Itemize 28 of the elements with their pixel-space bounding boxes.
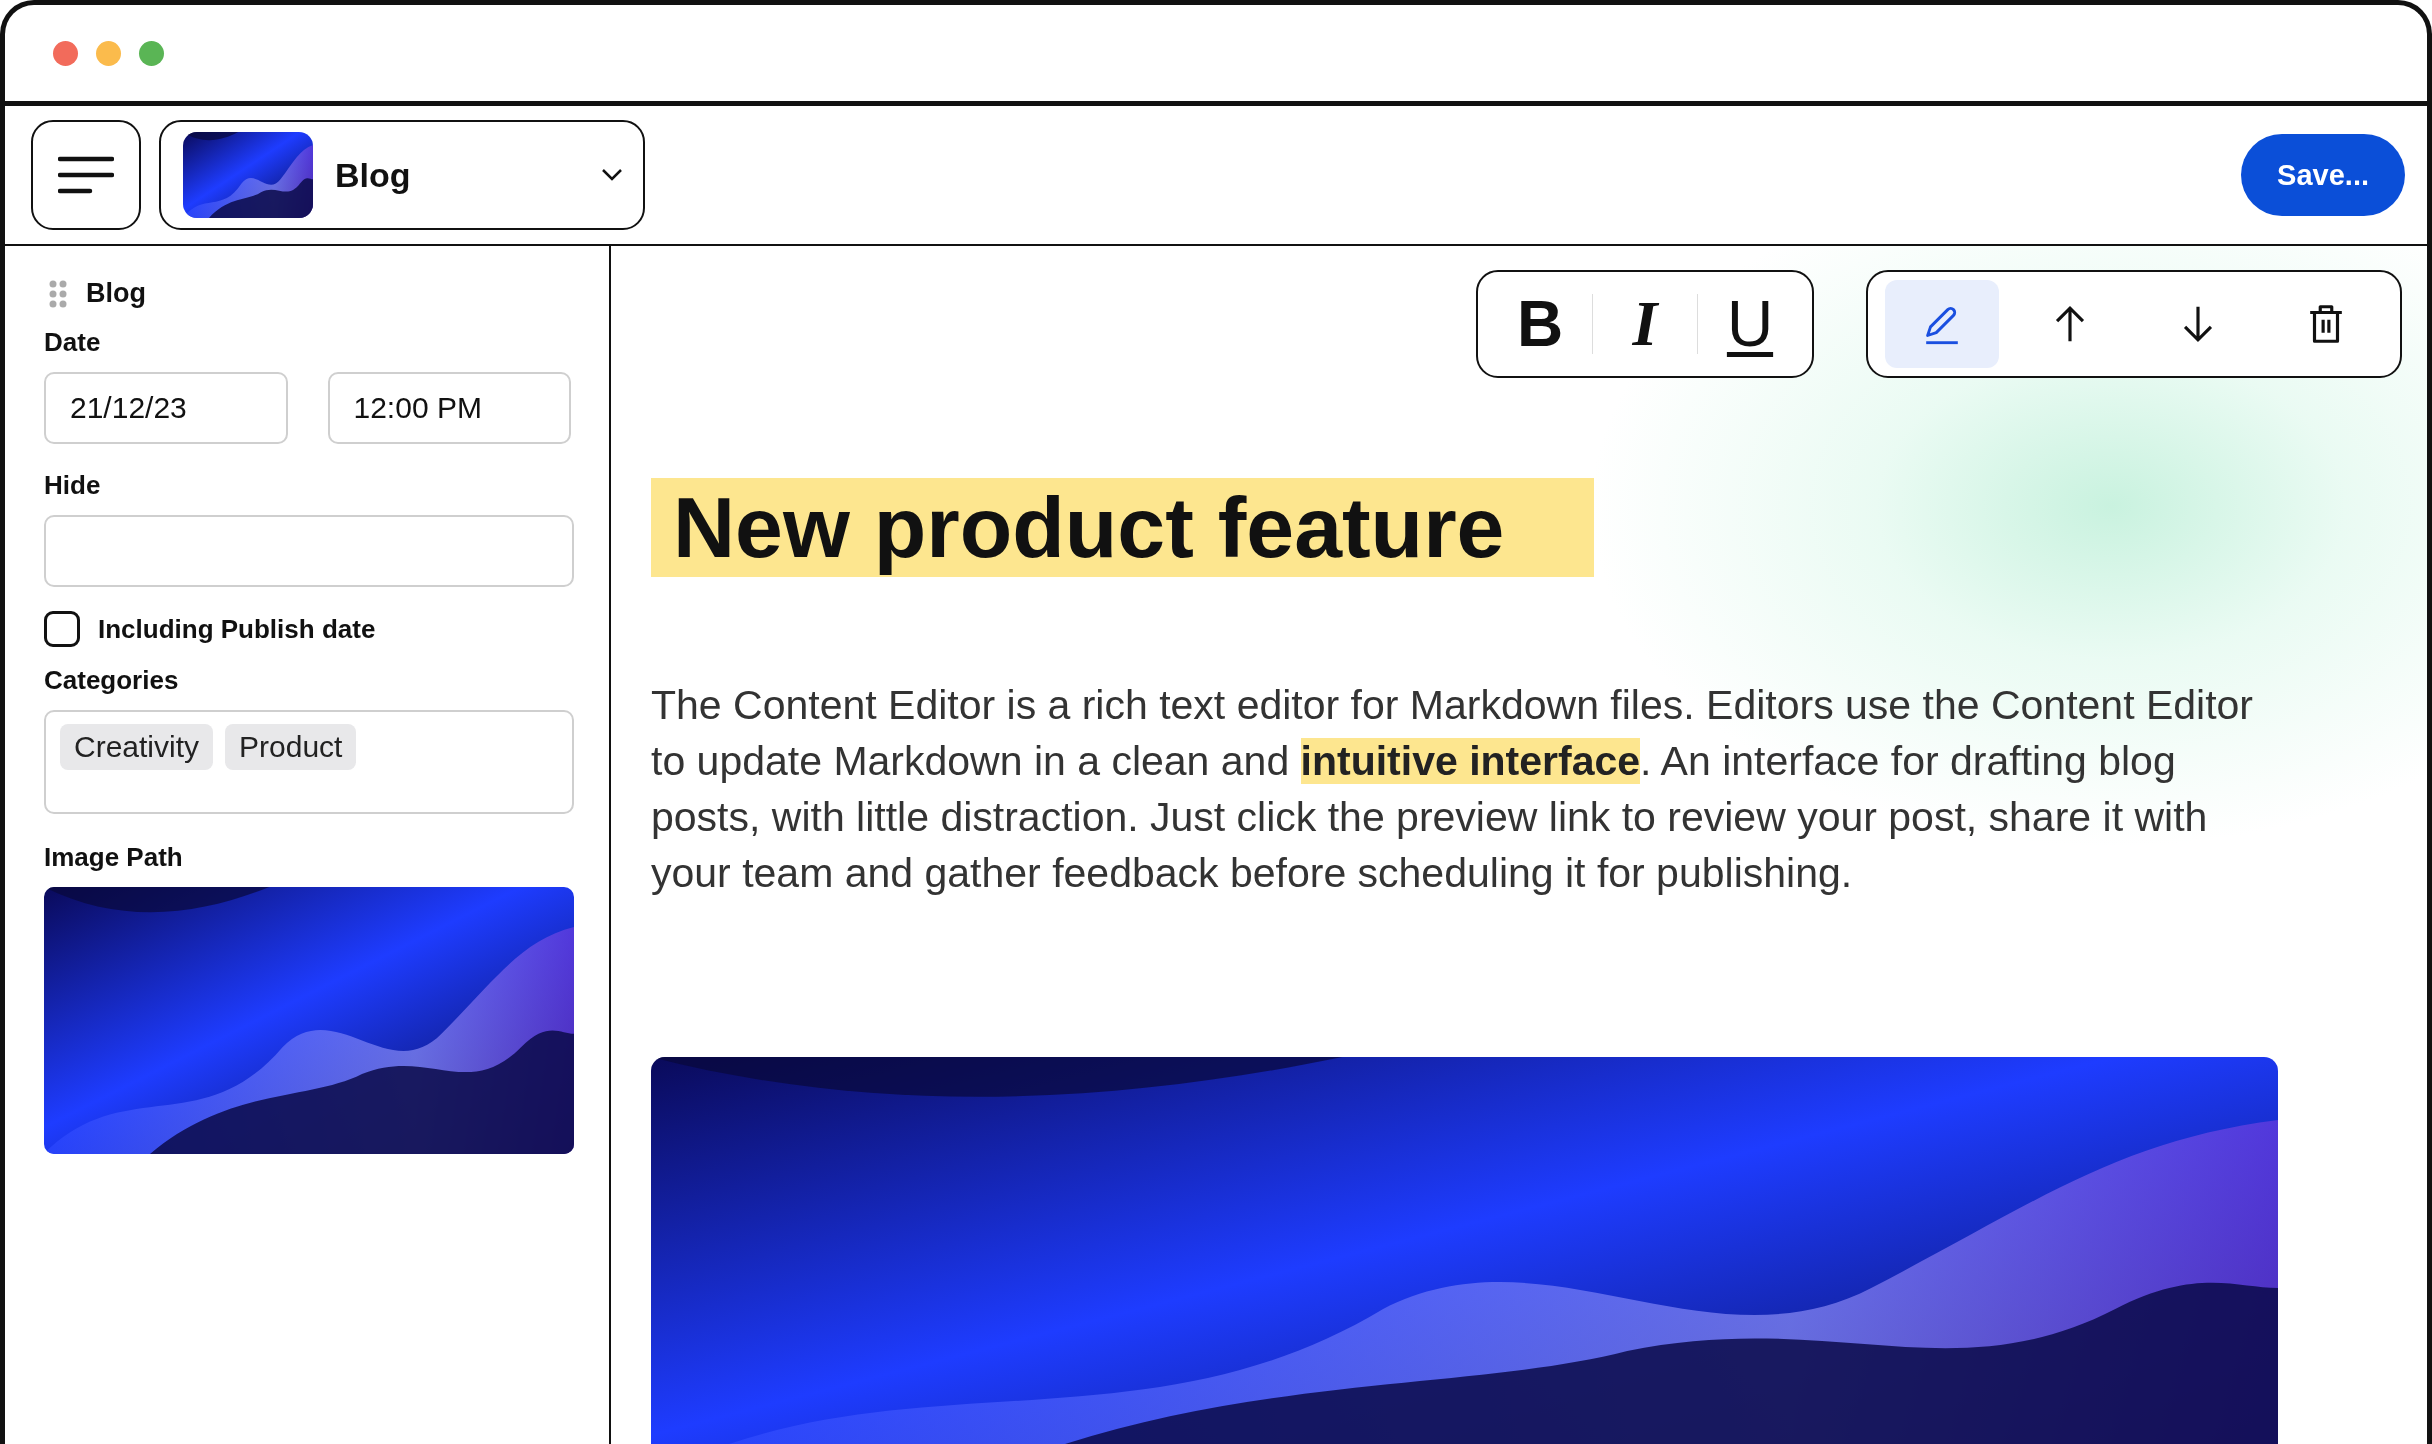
underline-button[interactable]: U xyxy=(1698,284,1802,364)
minimize-window-dot[interactable] xyxy=(96,40,121,66)
field-label: Categories xyxy=(44,665,180,696)
close-window-dot[interactable] xyxy=(53,40,78,66)
checkbox-label: Including Publish date xyxy=(98,613,376,645)
date-field[interactable]: 21/12/23 xyxy=(44,372,288,444)
categories-field[interactable]: Creativity Product xyxy=(44,710,574,814)
hide-input-field[interactable] xyxy=(44,515,574,587)
category-tag[interactable]: Creativity xyxy=(60,724,214,770)
field-label: Date xyxy=(44,327,102,358)
drag-handle-icon[interactable] xyxy=(48,278,68,309)
time-field[interactable]: 12:00 PM xyxy=(327,372,571,444)
field-label: Image Path xyxy=(44,842,184,873)
field-label: Hide xyxy=(44,470,102,501)
edit-button[interactable] xyxy=(1885,280,1999,368)
italic-button[interactable]: I xyxy=(1593,284,1697,364)
post-paragraph: The Content Editor is a rich text editor for Markdown files. Editors use the Content Editor to update Markdown in a clean and intuitive interface. An interface for drafting blog posts, with little distraction. Just click the preview link to review your post, share it with your team and gather feedback before scheduling it for publishing. xyxy=(651,681,2255,898)
menu-button[interactable] xyxy=(31,120,141,230)
section-title: Blog xyxy=(86,278,146,309)
post-heading: New product feature xyxy=(651,478,1595,577)
category-tag[interactable]: Product xyxy=(225,724,357,770)
maximize-window-dot[interactable] xyxy=(139,40,164,66)
checkbox[interactable] xyxy=(44,611,80,647)
chevron-down-icon xyxy=(601,168,623,182)
bold-button[interactable]: B xyxy=(1488,284,1592,364)
save-button[interactable]: Save... xyxy=(2241,134,2405,216)
document-dropdown[interactable]: Blog xyxy=(159,120,645,230)
menu-icon xyxy=(58,155,114,195)
